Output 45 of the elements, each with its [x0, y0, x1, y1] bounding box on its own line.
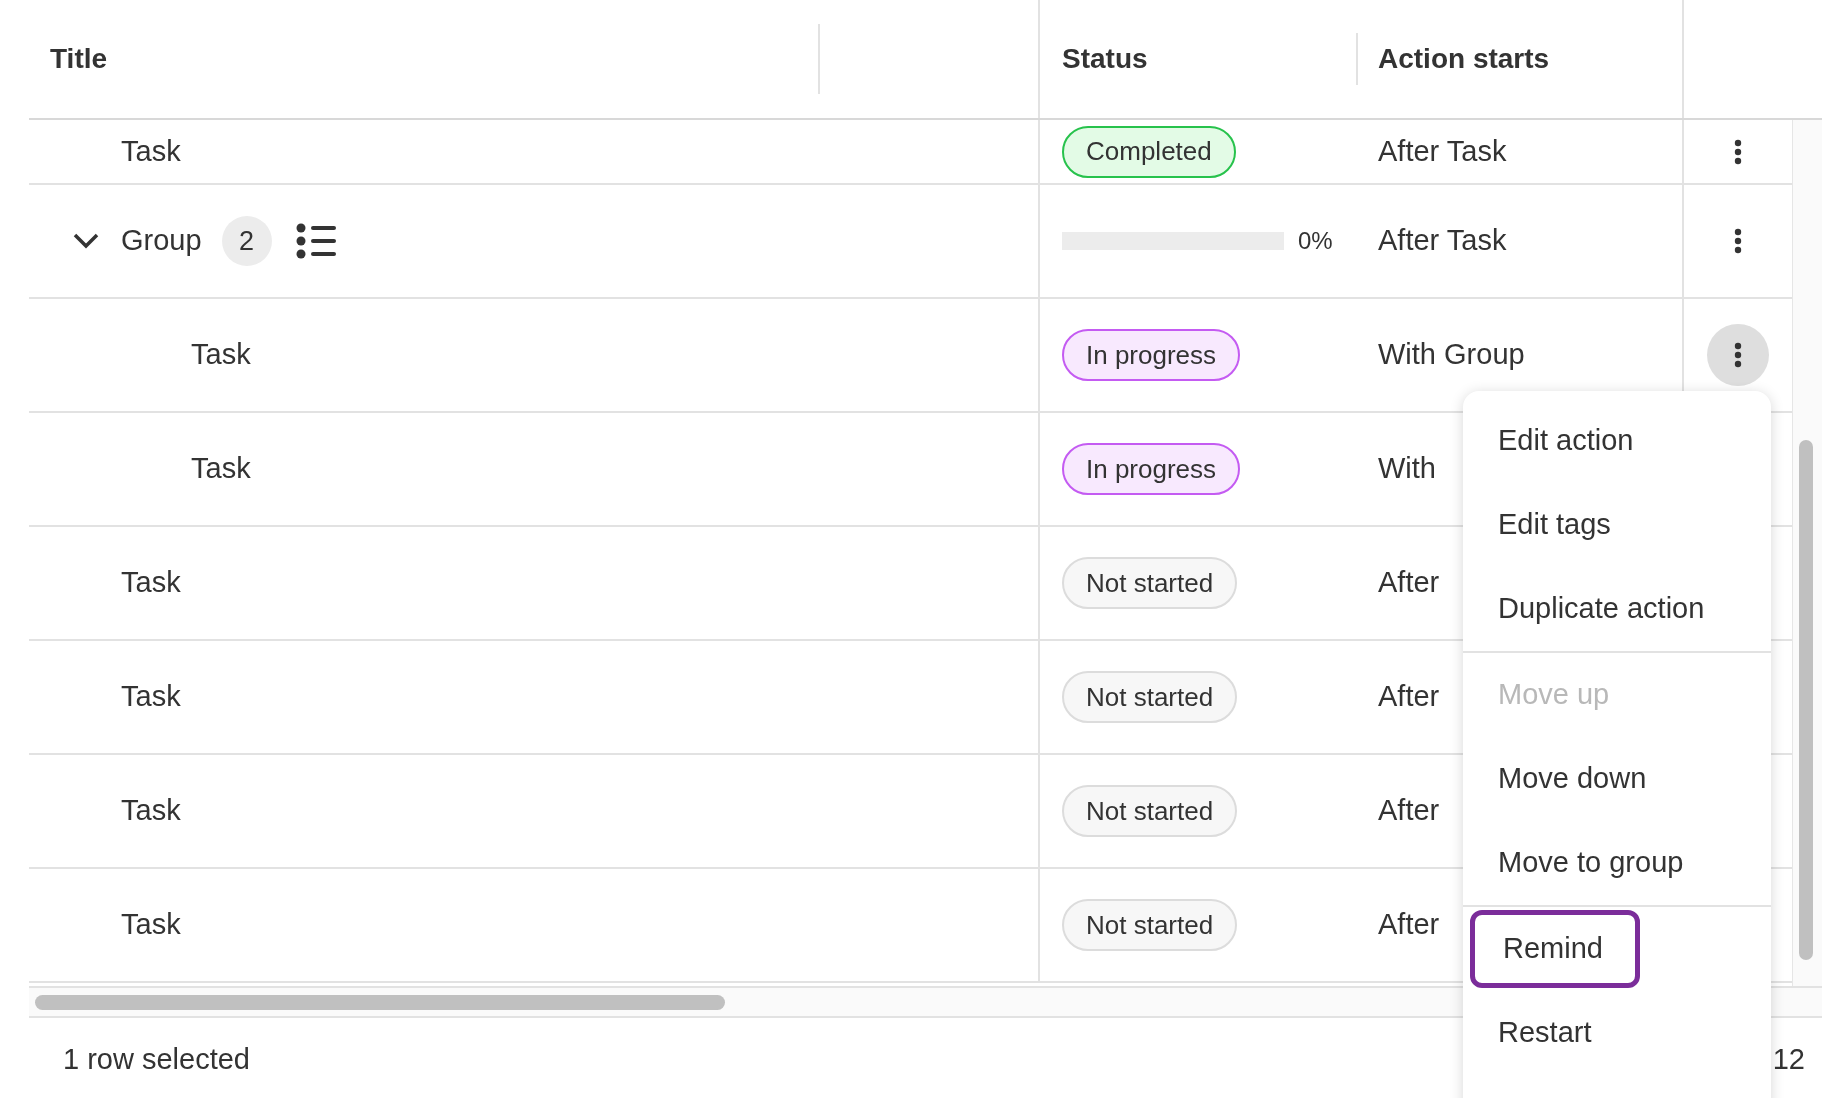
- vertical-scrollbar[interactable]: [1792, 120, 1822, 986]
- menu-item[interactable]: Duplicate action: [1463, 567, 1771, 651]
- more-options-icon: [1734, 228, 1742, 254]
- column-header[interactable]: Title: [50, 24, 820, 94]
- task-title: Task: [191, 451, 251, 487]
- menu-item[interactable]: Move to group: [1463, 821, 1771, 905]
- menu-item[interactable]: Restart: [1463, 991, 1771, 1075]
- task-title: Task: [121, 793, 181, 829]
- chevron-icon: [73, 233, 99, 249]
- action-start-text: After: [1378, 793, 1440, 829]
- status-badge: In progress: [1062, 329, 1241, 381]
- menu-item[interactable]: Edit action: [1463, 399, 1771, 483]
- action-start-text: With: [1378, 451, 1436, 487]
- task-title: Task: [191, 337, 251, 373]
- status-badge: Not started: [1062, 557, 1238, 609]
- status-badge: In progress: [1062, 443, 1241, 495]
- list-icon: [295, 223, 336, 259]
- action-start-text: After Task: [1378, 133, 1507, 169]
- page-info: 12: [1772, 1042, 1805, 1077]
- status-badge: Completed: [1062, 125, 1236, 178]
- menu-item[interactable]: Remind: [1470, 910, 1640, 988]
- more-options-icon: [1734, 138, 1742, 165]
- column-header[interactable]: Status: [1062, 38, 1148, 80]
- menu-item[interactable]: Edit tags: [1463, 483, 1771, 567]
- task-title: Task: [121, 907, 181, 943]
- task-title: Task: [121, 133, 181, 169]
- status-badge: Not started: [1062, 899, 1238, 951]
- group-title: Group: [121, 223, 202, 259]
- action-start-text: After: [1378, 565, 1440, 601]
- scrollbar-thumb[interactable]: [1799, 440, 1813, 960]
- column-header[interactable]: Action starts: [1378, 38, 1550, 80]
- action-start-text: After: [1378, 679, 1440, 715]
- task-title: Task: [121, 565, 181, 601]
- action-start-text: After Task: [1378, 223, 1507, 259]
- item-count: 2: [221, 216, 272, 266]
- progress-percent: 0%: [1298, 226, 1333, 256]
- status-badge: Not started: [1062, 671, 1238, 723]
- selection-count: 1 row selected: [63, 1042, 250, 1077]
- action-start-text: After: [1378, 907, 1440, 943]
- menu-item[interactable]: Move down: [1463, 737, 1771, 821]
- task-title: Task: [121, 679, 181, 715]
- status-badge: Not started: [1062, 785, 1238, 837]
- scrollbar-thumb[interactable]: [35, 994, 725, 1010]
- action-start-text: With Group: [1378, 337, 1525, 373]
- more-options-icon: [1734, 342, 1742, 368]
